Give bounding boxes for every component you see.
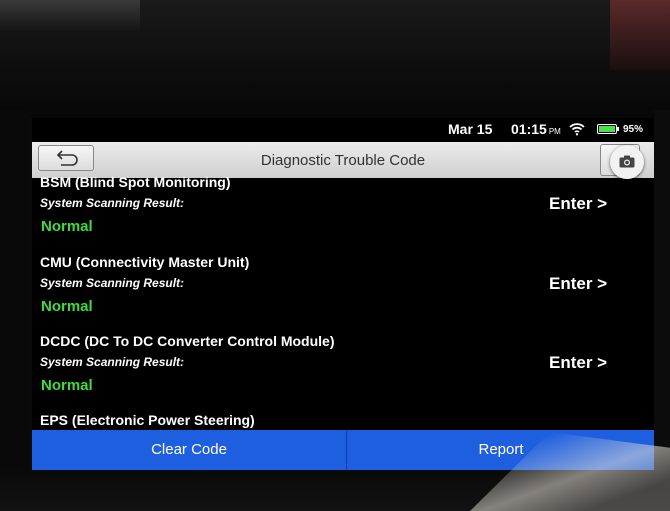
battery-percent: 95%	[623, 124, 644, 135]
action-bar: Clear Code Report	[32, 430, 654, 470]
status-time: 01:15 PM	[511, 121, 561, 137]
device-frame-bottom	[0, 470, 670, 511]
battery-level-fill	[599, 126, 615, 132]
status-time-value: 01:15	[511, 121, 547, 137]
device-frame-right	[654, 110, 670, 511]
page-title: Diagnostic Trouble Code	[260, 152, 426, 169]
system-name: CMU (Connectivity Master Unit)	[40, 254, 250, 270]
status-bar: Mar 15 01:15 PM 95%	[32, 118, 654, 140]
status-date: Mar 15	[448, 121, 493, 137]
battery-icon	[597, 124, 619, 134]
report-button[interactable]: Report	[348, 430, 654, 470]
title-bar: Diagnostic Trouble Code	[32, 142, 654, 178]
camera-icon	[619, 155, 635, 168]
system-name: BSM (Blind Spot Monitoring)	[40, 174, 231, 190]
device-frame-left	[0, 110, 30, 511]
device-frame-top	[0, 0, 670, 118]
camera-button[interactable]	[610, 145, 644, 179]
scan-result-label: System Scanning Result:	[40, 276, 185, 290]
system-name: DCDC (DC To DC Converter Control Module)	[40, 333, 335, 349]
scan-status: Normal	[41, 377, 93, 394]
wifi-icon	[569, 123, 585, 136]
system-name: EPS (Electronic Power Steering)	[40, 412, 255, 428]
enter-button[interactable]: Enter >	[549, 274, 607, 294]
device-screen: Mar 15 01:15 PM 95% Diagnostic Trouble Co…	[32, 118, 654, 470]
enter-button[interactable]: Enter >	[549, 353, 607, 373]
scan-result-label: System Scanning Result:	[40, 196, 185, 210]
scan-status: Normal	[41, 298, 93, 315]
scan-status: Normal	[41, 218, 93, 235]
status-ampm: PM	[548, 127, 561, 136]
enter-button[interactable]: Enter >	[549, 194, 607, 214]
list-item-bsm[interactable]: BSM (Blind Spot Monitoring) System Scann…	[32, 174, 654, 254]
scan-result-label: System Scanning Result:	[40, 355, 185, 369]
list-item-dcdc[interactable]: DCDC (DC To DC Converter Control Module)…	[32, 333, 654, 413]
clear-code-button[interactable]: Clear Code	[32, 430, 347, 470]
list-item-cmu[interactable]: CMU (Connectivity Master Unit) System Sc…	[32, 254, 654, 334]
